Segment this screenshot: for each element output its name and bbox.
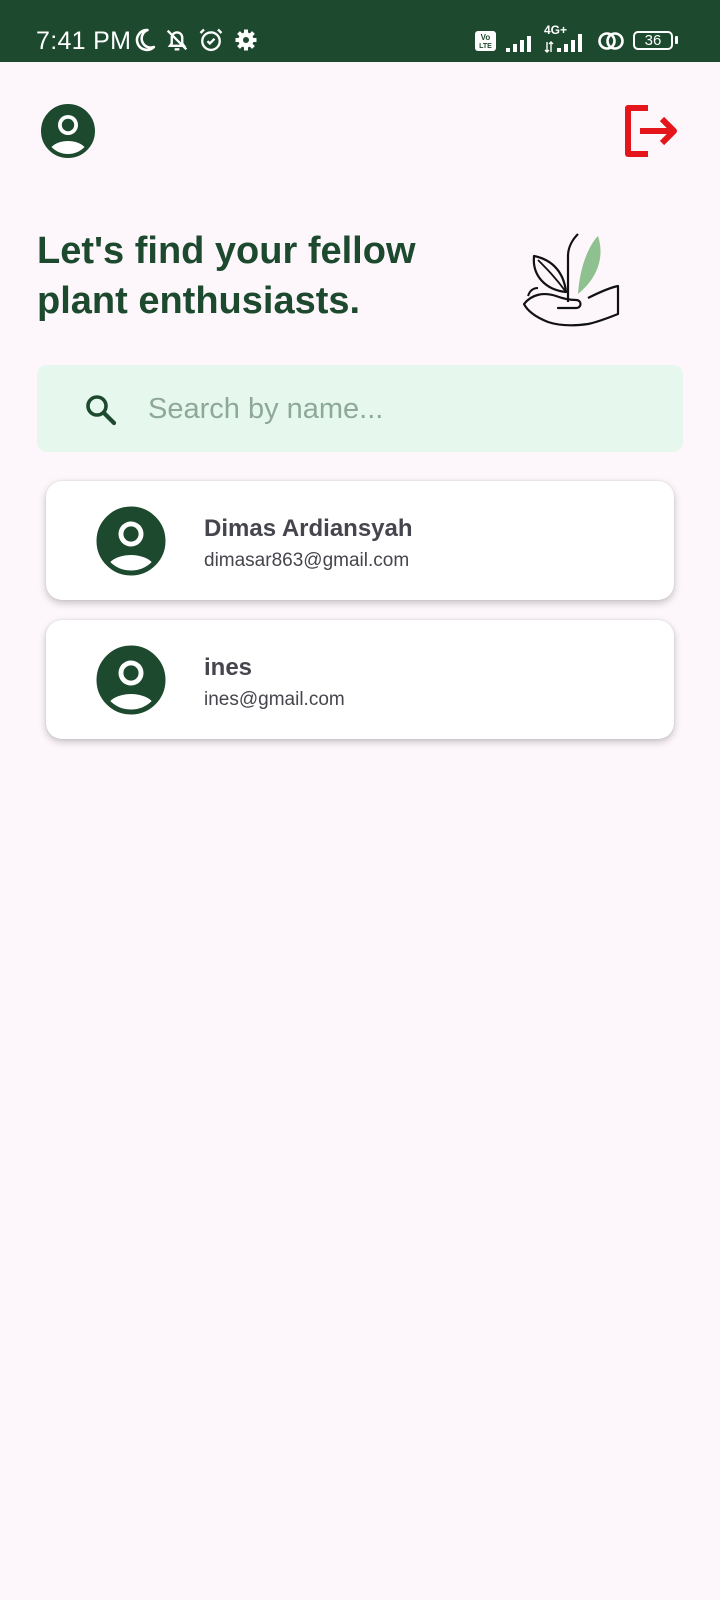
svg-text:LTE: LTE: [479, 43, 492, 50]
user-email: dimasar863@gmail.com: [204, 550, 410, 571]
status-bar: 7:41 PM Vo LTE 4G+ 36: [0, 0, 720, 62]
hotspot-icon: [598, 32, 624, 50]
settings-icon: [235, 29, 257, 51]
moon-icon: [135, 28, 156, 52]
search-icon: [86, 395, 117, 426]
user-avatar-icon: [96, 645, 166, 715]
svg-text:Vo: Vo: [481, 33, 491, 42]
user-name: Dimas Ardiansyah: [204, 515, 413, 542]
logout-icon[interactable]: [622, 104, 680, 158]
signal-icon: [506, 36, 531, 52]
battery-tip: [675, 36, 678, 44]
search-input[interactable]: [134, 380, 654, 438]
user-email: ines@gmail.com: [204, 689, 345, 710]
user-avatar-icon: [96, 506, 166, 576]
volte-icon: Vo LTE: [475, 31, 496, 51]
signal-4g-icon: [544, 34, 582, 53]
alarm-icon: [199, 28, 223, 52]
page-title: Let's find your fellow plant enthusiasts…: [37, 230, 416, 322]
bell-off-icon: [166, 29, 188, 51]
user-card[interactable]: Dimas Ardiansyah dimasar863@gmail.com: [46, 481, 674, 600]
plant-in-hand-icon: [522, 233, 620, 327]
status-time: 7:41 PM: [36, 27, 132, 55]
user-name: ines: [204, 654, 253, 681]
account-circle-icon[interactable]: [40, 103, 96, 159]
battery-icon: 36: [633, 31, 673, 50]
user-card[interactable]: ines ines@gmail.com: [46, 620, 674, 739]
